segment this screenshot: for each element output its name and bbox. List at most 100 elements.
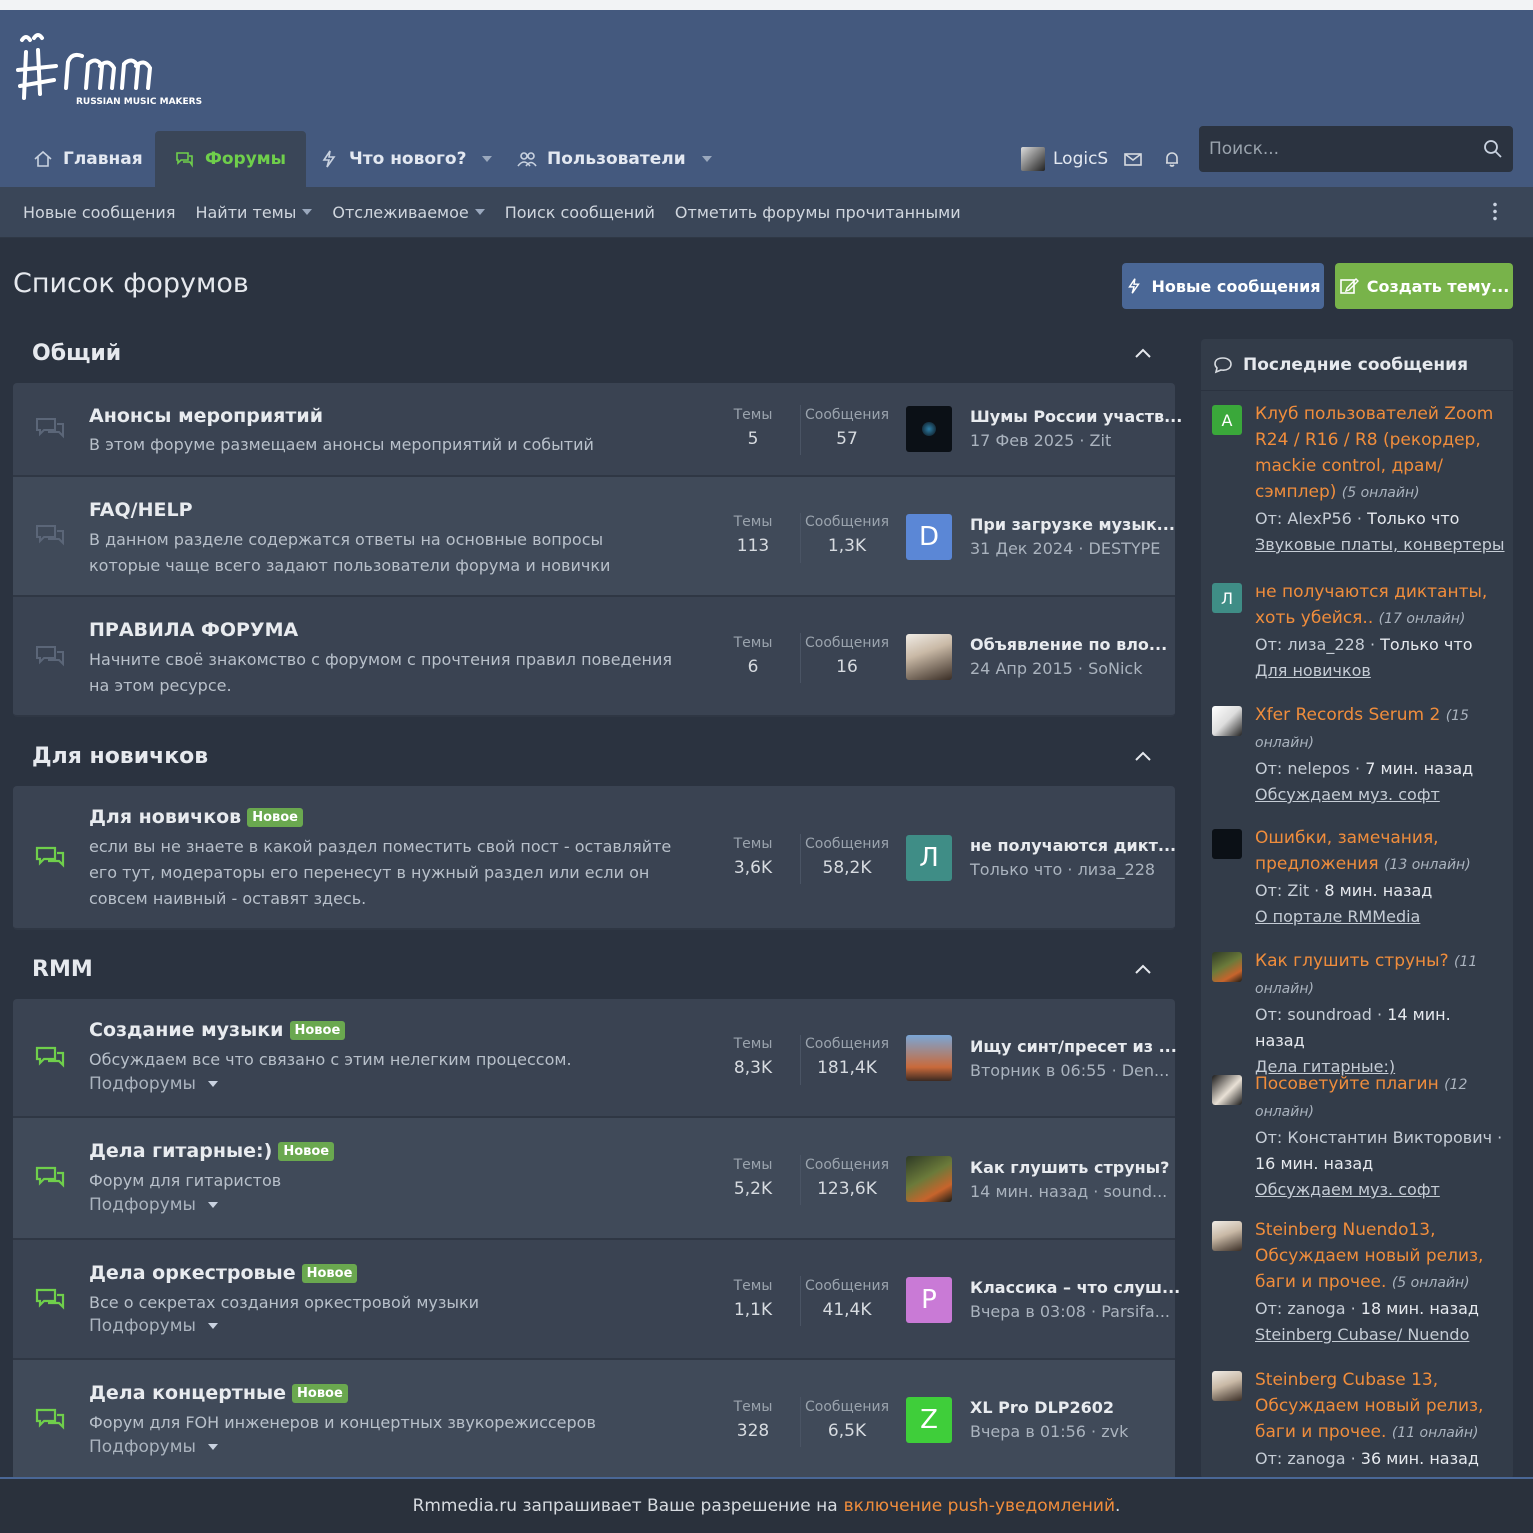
more-options-icon[interactable] (1493, 201, 1497, 221)
avatar[interactable]: Z (906, 1397, 952, 1443)
subforums-toggle[interactable]: Подфорумы (89, 1195, 218, 1215)
subforums-toggle[interactable]: Подфорумы (89, 1437, 218, 1457)
messages-stat: Сообщения 181,4K (805, 1036, 889, 1078)
avatar[interactable]: P (906, 1277, 952, 1323)
author-name[interactable]: лиза_228 (1287, 635, 1364, 654)
user-menu[interactable]: LogicS (1021, 131, 1108, 187)
subnav-find-threads[interactable]: Найти темы (195, 203, 313, 222)
tab-forums[interactable]: Форумы (155, 131, 307, 187)
create-thread-button[interactable]: Создать тему... (1335, 263, 1513, 309)
avatar[interactable] (1212, 1075, 1242, 1105)
chevron-up-icon[interactable] (1135, 748, 1151, 764)
avatar[interactable] (1212, 706, 1242, 736)
enable-push-link[interactable]: включение push-уведомлений (844, 1496, 1115, 1516)
forum-title-text: Дела гитарные:) (89, 1140, 273, 1162)
latest-thread-title[interactable]: Шумы России участв... (970, 407, 1182, 426)
latest-thread-title[interactable]: XL Pro DLP2602 (970, 1398, 1114, 1417)
forum-link[interactable]: Обсуждаем муз. софт (1255, 785, 1440, 804)
avatar[interactable]: Л (906, 835, 952, 881)
avatar[interactable] (1212, 1371, 1242, 1401)
search-input[interactable] (1209, 139, 1483, 159)
thread-link[interactable]: Посоветуйте плагин (1255, 1074, 1439, 1094)
author-name[interactable]: AlexP56 (1287, 509, 1351, 528)
author-name[interactable]: soundroad (1287, 1005, 1372, 1024)
latest-thread-title[interactable]: Как глушить струны? (970, 1158, 1169, 1177)
subnav-search-posts[interactable]: Поиск сообщений (505, 203, 655, 222)
new-posts-button[interactable]: Новые сообщения (1122, 263, 1324, 309)
inbox-button[interactable] (1123, 131, 1143, 187)
latest-thread-title[interactable]: Объявление по вло... (970, 635, 1167, 654)
post-time: 16 мин. назад (1255, 1154, 1374, 1173)
avatar[interactable] (1212, 1221, 1242, 1251)
thread-link[interactable]: Xfer Records Serum 2 (1255, 705, 1440, 725)
forum-row[interactable]: ПРАВИЛА ФОРУМА Начните своё знакомство с… (13, 597, 1175, 717)
author-name[interactable]: nelepos (1287, 759, 1350, 778)
messages-count: 57 (836, 429, 858, 449)
avatar[interactable]: D (906, 514, 952, 560)
latest-thread-meta: Вчера в 01:56 · zvk (970, 1422, 1129, 1441)
latest-thread-title[interactable]: При загрузке музык... (970, 515, 1175, 534)
subnav-new-posts[interactable]: Новые сообщения (23, 203, 175, 222)
alerts-button[interactable] (1162, 131, 1182, 187)
latest-thread-title[interactable]: Классика – что слуш... (970, 1278, 1180, 1297)
divider (800, 1397, 801, 1447)
forum-link[interactable]: Обсуждаем муз. софт (1255, 1180, 1440, 1199)
category-title: RMM (32, 956, 93, 982)
author-name[interactable]: Константин Викторович (1287, 1128, 1492, 1147)
post-time: 18 мин. назад (1360, 1299, 1479, 1318)
forum-row[interactable]: Дела оркестровые Новое Все о секретах соз… (13, 1240, 1180, 1360)
forum-title[interactable]: Анонсы мероприятий (89, 405, 323, 427)
search-box[interactable] (1199, 126, 1513, 172)
forum-row[interactable]: Анонсы мероприятий В этом форуме размеща… (13, 383, 1182, 477)
avatar[interactable] (1212, 952, 1242, 982)
forum-link[interactable]: Звуковые платы, конвертеры (1255, 535, 1505, 554)
forum-row[interactable]: Для новичков Новое если вы не знаете в ка… (13, 786, 1176, 930)
author-name[interactable]: Zit (1287, 881, 1309, 900)
forum-title[interactable]: Дела гитарные:) Новое (89, 1140, 335, 1162)
author-name[interactable]: zanoga (1287, 1449, 1345, 1468)
avatar[interactable] (1212, 829, 1242, 859)
threads-count: 5,2K (733, 1179, 773, 1199)
avatar[interactable] (906, 634, 952, 680)
subforums-toggle[interactable]: Подфорумы (89, 1316, 218, 1336)
chevron-down-icon[interactable] (701, 156, 712, 162)
subnav-watched[interactable]: Отслеживаемое (332, 203, 485, 222)
avatar[interactable] (906, 1156, 952, 1202)
chevron-down-icon (207, 1323, 218, 1329)
forum-row[interactable]: FAQ/HELP В данном разделе содержатся отв… (13, 477, 1175, 597)
forum-title[interactable]: ПРАВИЛА ФОРУМА (89, 619, 298, 641)
forum-row[interactable]: Дела гитарные:) Новое Форум для гитаристо… (13, 1118, 1175, 1240)
forum-read-icon (36, 418, 64, 439)
tab-home[interactable]: Главная (33, 131, 143, 187)
tab-members[interactable]: Пользователи (517, 131, 712, 187)
subnav-mark-read[interactable]: Отметить форумы прочитанными (675, 203, 961, 222)
forum-link[interactable]: Для новичков (1255, 661, 1371, 680)
tab-whats-new[interactable]: Что нового? (319, 131, 493, 187)
chevron-down-icon[interactable] (482, 156, 493, 162)
avatar[interactable]: Л (1212, 583, 1242, 613)
tab-members-label: Пользователи (547, 149, 686, 169)
forum-title[interactable]: Дела оркестровые Новое (89, 1262, 358, 1284)
subforums-toggle[interactable]: Подфорумы (89, 1074, 218, 1094)
forum-link[interactable]: Steinberg Cubase/ Nuendo (1255, 1325, 1469, 1344)
online-count: (5 онлайн) (1341, 485, 1420, 501)
category-general: Общий (13, 325, 1175, 381)
avatar[interactable]: A (1212, 405, 1242, 435)
chevron-up-icon[interactable] (1135, 961, 1151, 977)
forum-title[interactable]: Создание музыки Новое (89, 1019, 346, 1041)
avatar[interactable] (906, 406, 952, 452)
rmm-logo[interactable]: RUSSIAN MUSIC MAKERS (16, 32, 206, 112)
latest-thread-title[interactable]: не получаются дикт... (970, 836, 1176, 855)
forum-title[interactable]: Для новичков Новое (89, 806, 303, 828)
author-name[interactable]: zanoga (1287, 1299, 1345, 1318)
search-icon[interactable] (1483, 139, 1503, 159)
chevron-up-icon[interactable] (1135, 345, 1151, 361)
forum-title[interactable]: FAQ/HELP (89, 499, 193, 521)
avatar[interactable] (906, 1035, 952, 1081)
latest-thread-title[interactable]: Ищу синт/пресет из ... (970, 1037, 1177, 1056)
forum-title[interactable]: Дела концертные Новое (89, 1382, 348, 1404)
thread-link[interactable]: Как глушить струны? (1255, 951, 1449, 971)
forum-row[interactable]: Дела концертные Новое Форум для FOH инжен… (13, 1360, 1175, 1477)
forum-link[interactable]: О портале RMMedia (1255, 907, 1420, 926)
forum-row[interactable]: Создание музыки Новое Обсуждаем все что с… (13, 999, 1177, 1118)
